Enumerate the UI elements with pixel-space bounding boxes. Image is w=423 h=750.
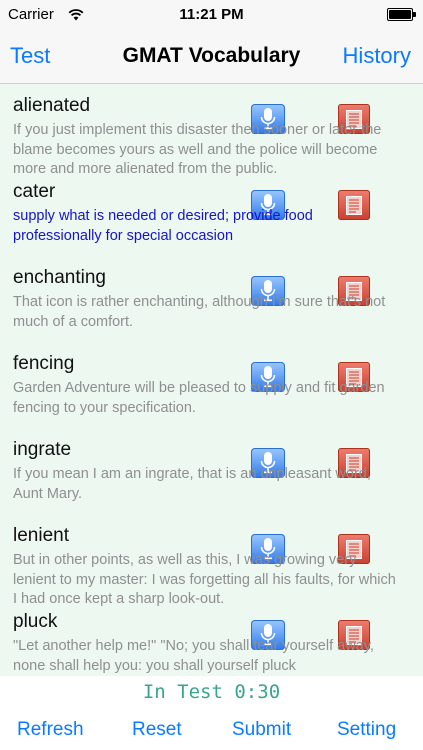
- list-item[interactable]: lenient But in other points, as well as …: [0, 525, 423, 611]
- status-time: 11:21 PM: [179, 6, 244, 23]
- word-title: ingrate: [13, 439, 72, 460]
- history-button[interactable]: History: [343, 43, 411, 69]
- test-timer: In Test 0:30: [142, 681, 281, 703]
- word-title: cater: [13, 181, 56, 202]
- navigation-bar: Test GMAT Vocabulary History: [0, 30, 423, 84]
- word-definition: "Let another help me!" "No; you shall te…: [13, 638, 374, 674]
- word-list[interactable]: alienated If you just implement this dis…: [0, 84, 423, 676]
- setting-button[interactable]: Setting: [337, 719, 396, 741]
- word-definition: supply what is needed or desired; provid…: [13, 208, 313, 244]
- submit-button[interactable]: Submit: [232, 719, 291, 741]
- word-title: alienated: [13, 95, 91, 116]
- word-definition: If you mean I am an ingrate, that is an …: [13, 466, 371, 502]
- list-item[interactable]: pluck "Let another help me!" "No; you sh…: [0, 611, 423, 676]
- word-title: pluck: [13, 611, 58, 632]
- battery-icon: [387, 8, 416, 21]
- list-item[interactable]: alienated If you just implement this dis…: [0, 95, 423, 181]
- word-definition: That icon is rather enchanting, although…: [13, 294, 386, 330]
- list-item[interactable]: ingrate If you mean I am an ingrate, tha…: [0, 439, 423, 525]
- bottom-toolbar: Refresh Reset Submit Setting: [0, 712, 423, 750]
- word-title: fencing: [13, 353, 75, 374]
- word-title: enchanting: [13, 267, 106, 288]
- status-bar: Carrier 11:21 PM: [0, 0, 423, 30]
- list-item[interactable]: fencing Garden Adventure will be pleased…: [0, 353, 423, 439]
- list-item[interactable]: cater supply what is needed or desired; …: [0, 181, 423, 267]
- word-definition: If you just implement this disaster then…: [13, 122, 382, 177]
- refresh-button[interactable]: Refresh: [17, 719, 84, 741]
- reset-button[interactable]: Reset: [132, 719, 182, 741]
- word-definition: Garden Adventure will be pleased to supp…: [13, 380, 385, 416]
- list-item[interactable]: enchanting That icon is rather enchantin…: [0, 267, 423, 353]
- word-title: lenient: [13, 525, 69, 546]
- word-definition: But in other points, as well as this, I …: [13, 552, 396, 607]
